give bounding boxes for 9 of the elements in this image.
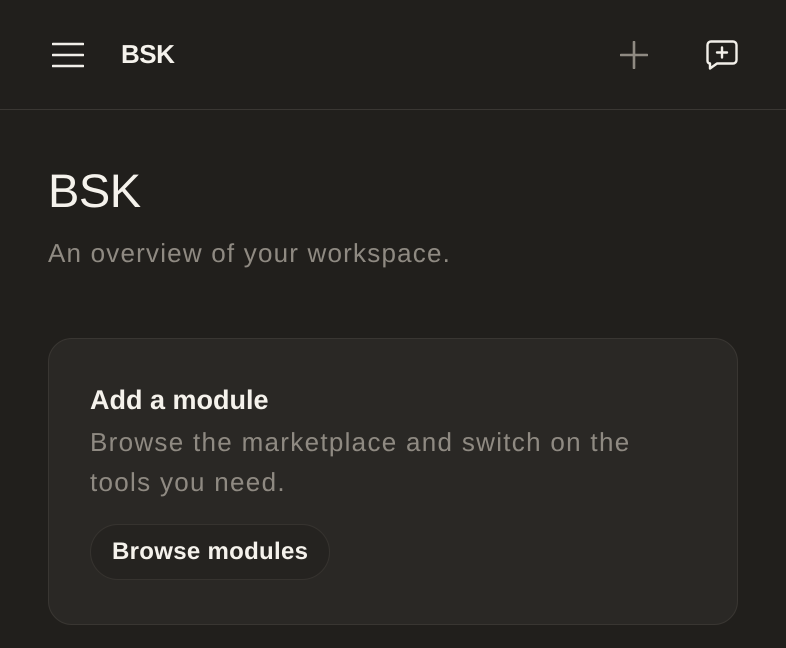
menu-icon[interactable] — [52, 40, 84, 68]
app-title: BSK — [121, 39, 174, 70]
browse-modules-button[interactable]: Browse modules — [90, 524, 330, 580]
chat-plus-icon[interactable] — [706, 40, 738, 70]
card-description: Browse the marketplace and switch on the tools you need. — [90, 426, 632, 499]
card-title: Add a module — [90, 384, 269, 416]
page-subtitle: An overview of your workspace. — [48, 238, 452, 268]
plus-icon[interactable] — [620, 40, 648, 68]
page-title: BSK — [48, 166, 141, 216]
